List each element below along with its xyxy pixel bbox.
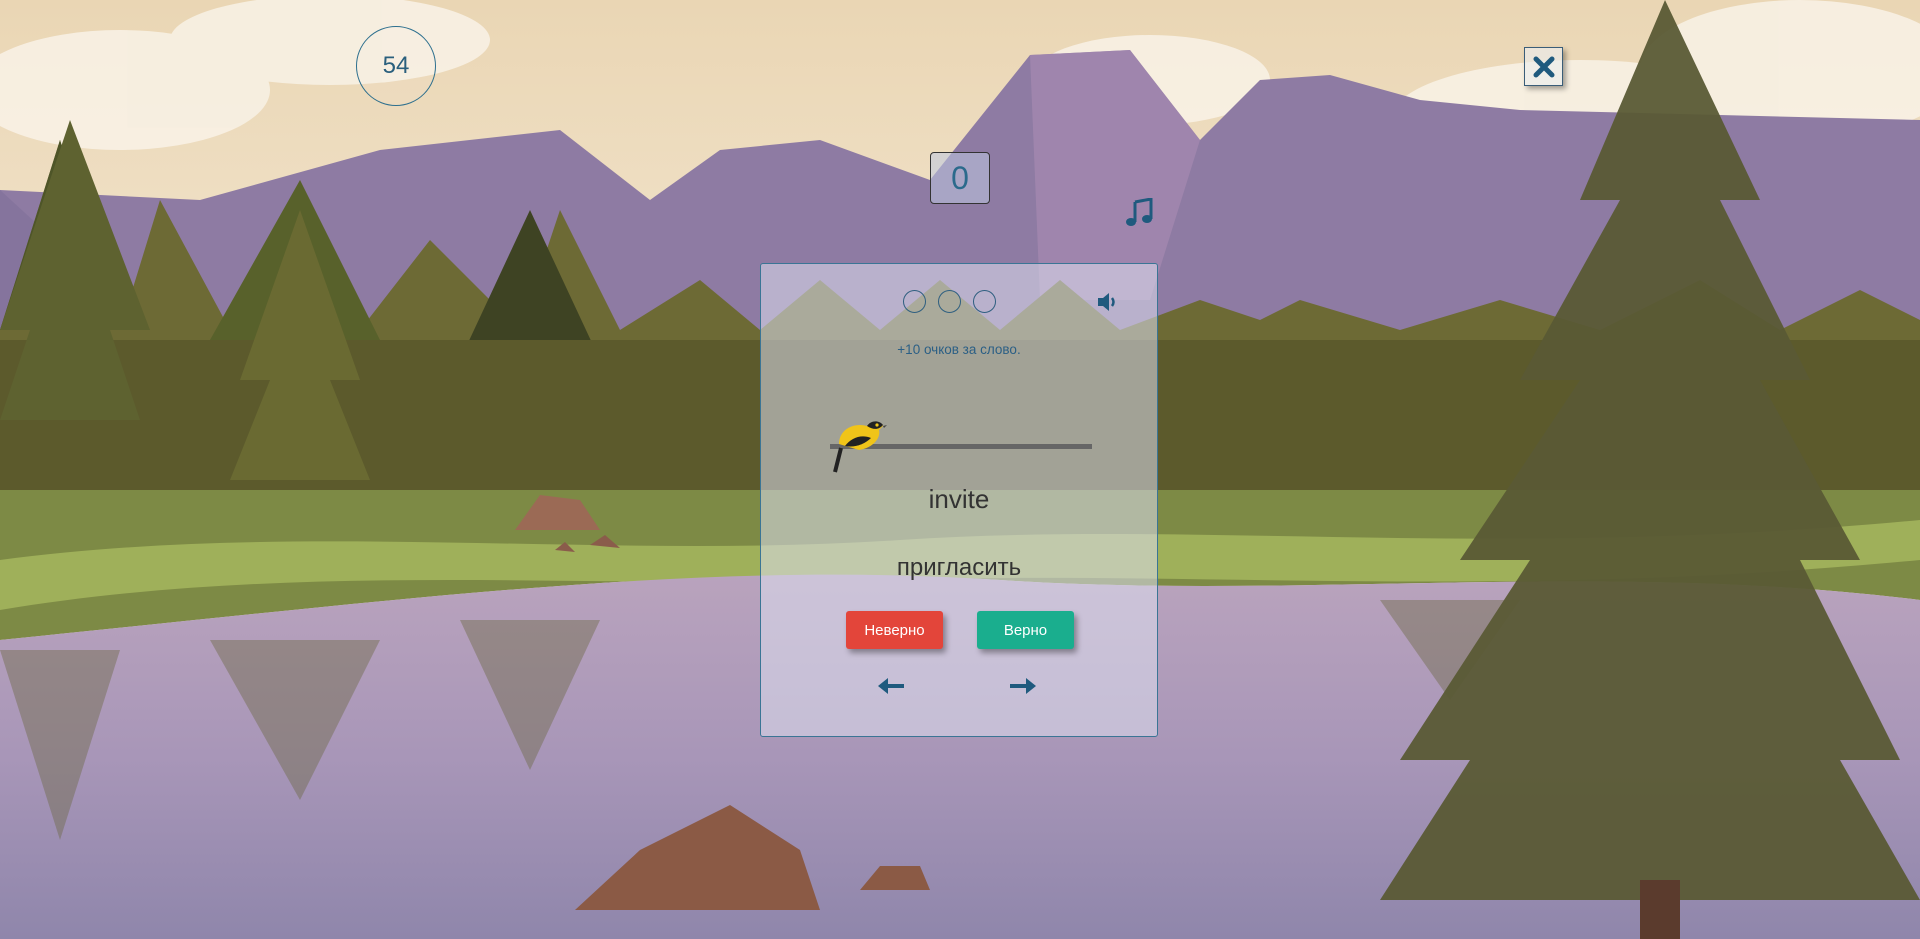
lives-indicator bbox=[903, 290, 996, 313]
translation: пригласить bbox=[896, 554, 1022, 581]
life-dot bbox=[938, 290, 961, 313]
bird-icon bbox=[833, 421, 887, 473]
life-dot bbox=[903, 290, 926, 313]
right-button[interactable]: Верно bbox=[977, 611, 1074, 649]
word: invite bbox=[928, 484, 990, 514]
close-icon bbox=[1533, 56, 1554, 77]
score-value: 0 bbox=[951, 159, 969, 196]
arrow-left-icon[interactable] bbox=[876, 674, 906, 698]
wrong-button[interactable]: Неверно bbox=[846, 611, 943, 649]
speaker-icon[interactable] bbox=[1096, 290, 1120, 314]
arrow-right-icon[interactable] bbox=[1008, 674, 1038, 698]
timer: 54 bbox=[356, 26, 436, 106]
timer-value: 54 bbox=[382, 52, 410, 79]
flashcard-panel: +10 очков за слово. invite пригласить Не… bbox=[760, 263, 1158, 737]
close-button[interactable] bbox=[1524, 47, 1563, 86]
life-dot bbox=[973, 290, 996, 313]
score-counter: 0 bbox=[930, 152, 990, 204]
music-note-icon[interactable] bbox=[1124, 198, 1154, 228]
points-hint: +10 очков за слово. bbox=[897, 342, 1021, 357]
